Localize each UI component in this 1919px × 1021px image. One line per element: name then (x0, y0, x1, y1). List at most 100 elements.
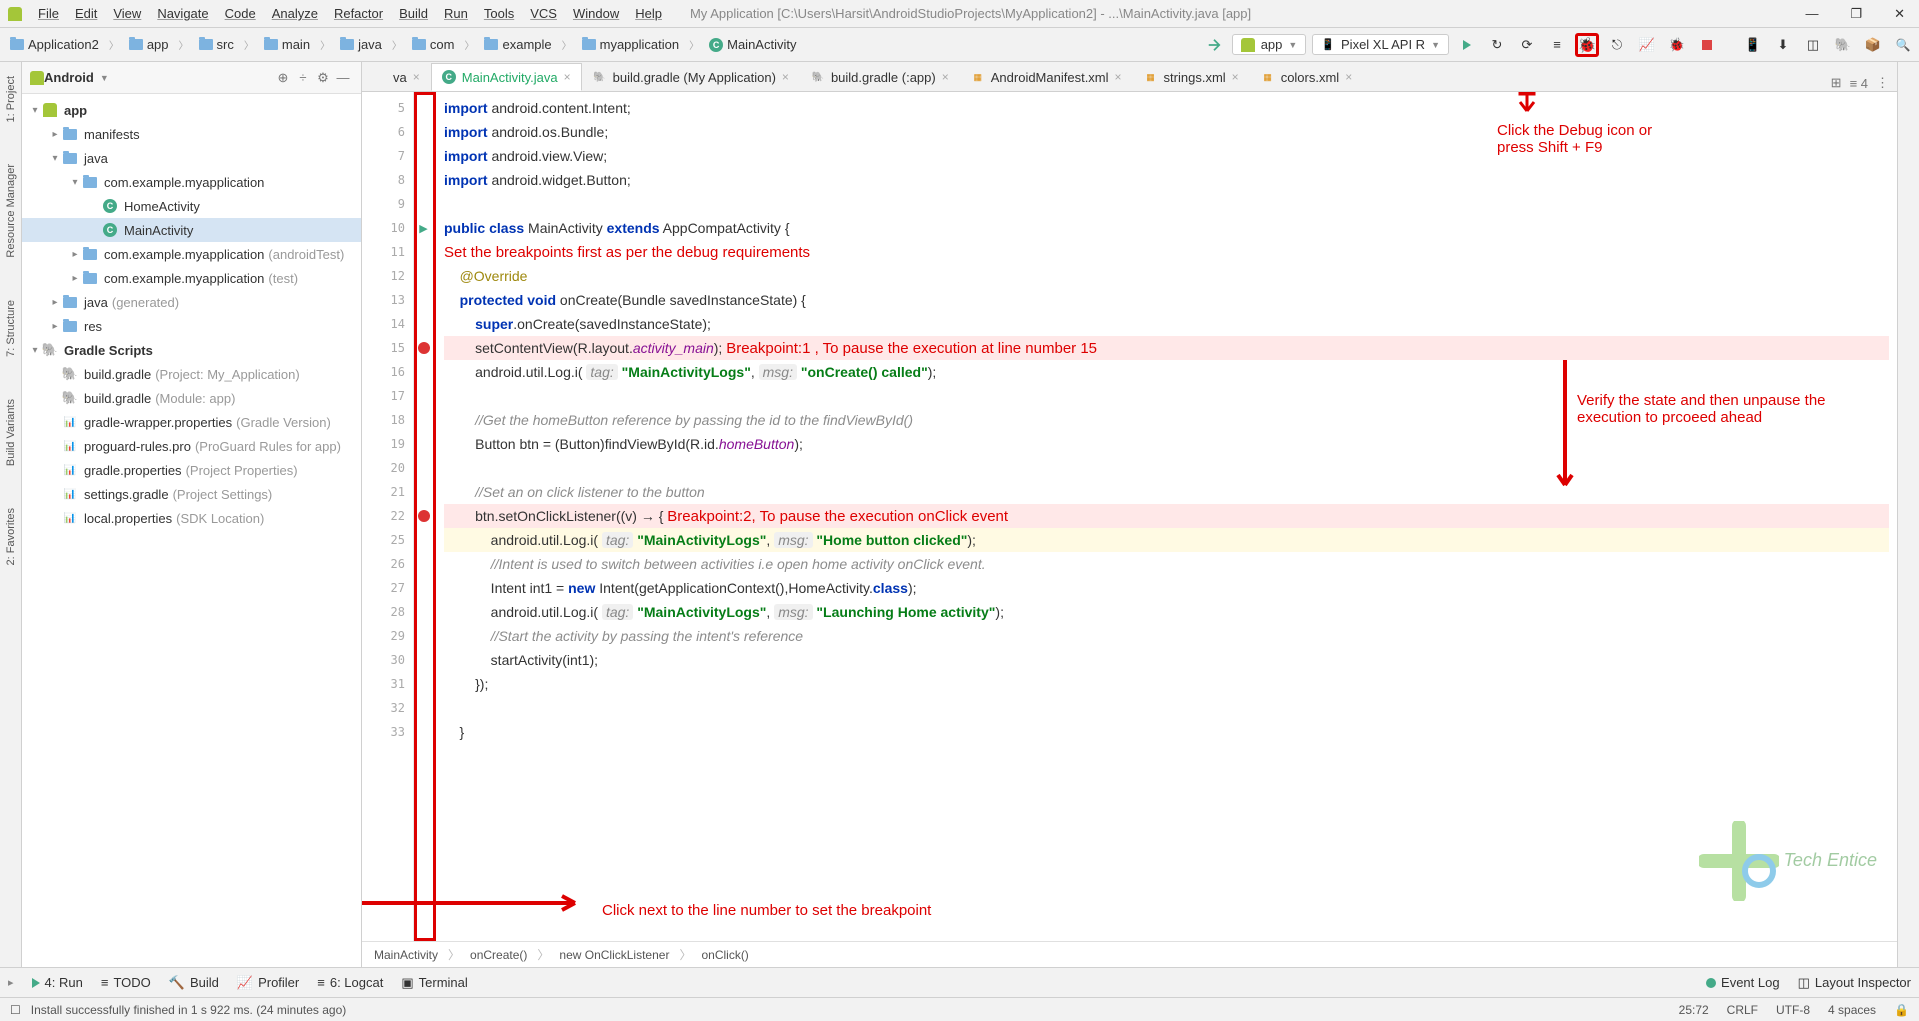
editor-tab[interactable]: ▦colors.xml× (1250, 63, 1364, 91)
expand-arrow-icon[interactable]: ▸ (68, 249, 82, 260)
project-tree[interactable]: ▾app▸manifests▾java▾com.example.myapplic… (22, 94, 361, 967)
sync-gradle-button[interactable] (1202, 33, 1226, 57)
terminal-tool-tab[interactable]: ▣ Terminal (401, 975, 467, 991)
menu-vcs[interactable]: VCS (522, 4, 565, 23)
breadcrumb-item[interactable]: com (406, 35, 461, 54)
line-separator[interactable]: CRLF (1727, 1003, 1758, 1017)
code-line[interactable]: protected void onCreate(Bundle savedInst… (444, 288, 1889, 312)
device-selector[interactable]: 📱 Pixel XL API R ▼ (1312, 34, 1449, 55)
run-config-selector[interactable]: app ▼ (1232, 34, 1307, 55)
maximize-button[interactable]: ❐ (1844, 6, 1868, 22)
breadcrumb-item[interactable]: myapplication (576, 35, 686, 54)
breakpoint-cell[interactable] (414, 720, 433, 744)
run-tool-tab[interactable]: 4: Run (32, 975, 83, 990)
breakpoint-icon[interactable] (418, 342, 430, 354)
breakpoint-cell[interactable] (414, 192, 433, 216)
apply-code-button[interactable]: ⟳ (1515, 33, 1539, 57)
search-everywhere-button[interactable] (1891, 33, 1915, 57)
close-button[interactable]: ✕ (1888, 6, 1911, 22)
breakpoint-cell[interactable] (414, 600, 433, 624)
breakpoint-cell[interactable] (414, 552, 433, 576)
breadcrumb-item[interactable]: src (193, 35, 240, 54)
code-line[interactable]: android.util.Log.i( tag: "MainActivityLo… (444, 528, 1889, 552)
line-number[interactable]: 17 (362, 384, 413, 408)
breakpoint-cell[interactable] (414, 672, 433, 696)
code-line[interactable]: //Start the activity by passing the inte… (444, 624, 1889, 648)
code-editor[interactable]: import android.content.Intent;import and… (436, 92, 1897, 941)
code-line[interactable] (444, 696, 1889, 720)
expand-arrow-icon[interactable]: ▸ (48, 129, 62, 140)
code-line[interactable]: android.util.Log.i( tag: "MainActivityLo… (444, 600, 1889, 624)
tree-row[interactable]: ▸java (generated) (22, 290, 361, 314)
line-number[interactable]: 15 (362, 336, 413, 360)
code-line[interactable]: import android.widget.Button; (444, 168, 1889, 192)
editor-tab[interactable]: va× (362, 63, 431, 91)
breakpoint-cell[interactable] (414, 528, 433, 552)
expand-arrow-icon[interactable]: ▾ (28, 345, 42, 356)
editor-tab[interactable]: 🐘build.gradle (:app)× (800, 63, 960, 91)
close-tab-icon[interactable]: × (1232, 70, 1239, 84)
breakpoint-cell[interactable] (414, 456, 433, 480)
build-tool-tab[interactable]: 🔨 Build (169, 975, 219, 991)
breakpoint-cell[interactable] (414, 360, 433, 384)
resource-manager-button[interactable]: ◫ (1801, 33, 1825, 57)
tree-row[interactable]: 📊gradle.properties (Project Properties) (22, 458, 361, 482)
tree-row[interactable]: ▾app (22, 98, 361, 122)
line-number[interactable]: 6 (362, 120, 413, 144)
code-line[interactable]: btn.setOnClickListener((v) → { Breakpoin… (444, 504, 1889, 528)
menu-refactor[interactable]: Refactor (326, 4, 391, 23)
menu-view[interactable]: View (105, 4, 149, 23)
close-tab-icon[interactable]: × (942, 70, 949, 84)
expand-arrow-icon[interactable]: ▸ (48, 297, 62, 308)
run-with-coverage-button[interactable]: ≡ (1545, 33, 1569, 57)
code-line[interactable]: } (444, 720, 1889, 744)
tree-row[interactable]: 📊local.properties (SDK Location) (22, 506, 361, 530)
apply-changes-button[interactable]: ↻ (1485, 33, 1509, 57)
expand-arrow-icon[interactable]: ▸ (48, 321, 62, 332)
breadcrumb-item[interactable]: main (258, 35, 316, 54)
close-tab-icon[interactable]: × (413, 70, 420, 84)
breadcrumb-item[interactable]: java (334, 35, 388, 54)
collapse-all-button[interactable]: ÷ (293, 68, 313, 88)
tree-row[interactable]: ▾java (22, 146, 361, 170)
breakpoint-cell[interactable] (414, 240, 433, 264)
line-number[interactable]: 27 (362, 576, 413, 600)
breakpoint-cell[interactable] (414, 96, 433, 120)
left-tab----structure[interactable]: 7: Structure (3, 294, 19, 363)
run-anything-button[interactable]: 🐞 (1665, 33, 1689, 57)
breakpoint-cell[interactable] (414, 312, 433, 336)
editor-tab[interactable]: CMainActivity.java× (431, 63, 582, 91)
profile-button[interactable]: 📈 (1635, 33, 1659, 57)
tabs-overflow-button[interactable]: ⊞ ≡ 4 ⋮ (1823, 75, 1897, 91)
assistant-button[interactable]: 📦 (1861, 33, 1885, 57)
tree-row[interactable]: ▾🐘Gradle Scripts (22, 338, 361, 362)
breakpoint-cell[interactable]: ▶ (414, 216, 433, 240)
code-line[interactable]: //Set an on click listener to the button (444, 480, 1889, 504)
code-line[interactable]: //Intent is used to switch between activ… (444, 552, 1889, 576)
line-number[interactable]: 25 (362, 528, 413, 552)
breakpoint-cell[interactable] (414, 504, 433, 528)
menu-navigate[interactable]: Navigate (149, 4, 216, 23)
indent-setting[interactable]: 4 spaces (1828, 1003, 1876, 1017)
gradle-button[interactable]: 🐘 (1831, 33, 1855, 57)
editor-breadcrumb-item[interactable]: MainActivity (374, 948, 438, 962)
code-line[interactable]: Intent int1 = new Intent(getApplicationC… (444, 576, 1889, 600)
collapse-icon[interactable]: ▸ (8, 976, 14, 989)
line-number[interactable]: 26 (362, 552, 413, 576)
code-line[interactable]: startActivity(int1); (444, 648, 1889, 672)
layout-inspector-tab[interactable]: ◫ Layout Inspector (1798, 975, 1911, 991)
breadcrumb-item[interactable]: CMainActivity (703, 35, 802, 54)
editor-breadcrumb-item[interactable]: new OnClickListener (559, 948, 669, 962)
code-line[interactable]: android.util.Log.i( tag: "MainActivityLo… (444, 360, 1889, 384)
close-tab-icon[interactable]: × (1115, 70, 1122, 84)
run-button[interactable] (1455, 33, 1479, 57)
line-number[interactable]: 18 (362, 408, 413, 432)
breakpoint-cell[interactable] (414, 336, 433, 360)
tree-row[interactable]: ▸com.example.myapplication (test) (22, 266, 361, 290)
breakpoint-cell[interactable] (414, 264, 433, 288)
profiler-tool-tab[interactable]: 📈 Profiler (237, 975, 299, 991)
project-view-selector[interactable]: Android ▼ (44, 70, 273, 85)
tree-row[interactable]: CMainActivity (22, 218, 361, 242)
line-number-gutter[interactable]: 5678910111213141516171819202122252627282… (362, 92, 414, 941)
left-tab-resource-manager[interactable]: Resource Manager (3, 158, 19, 264)
